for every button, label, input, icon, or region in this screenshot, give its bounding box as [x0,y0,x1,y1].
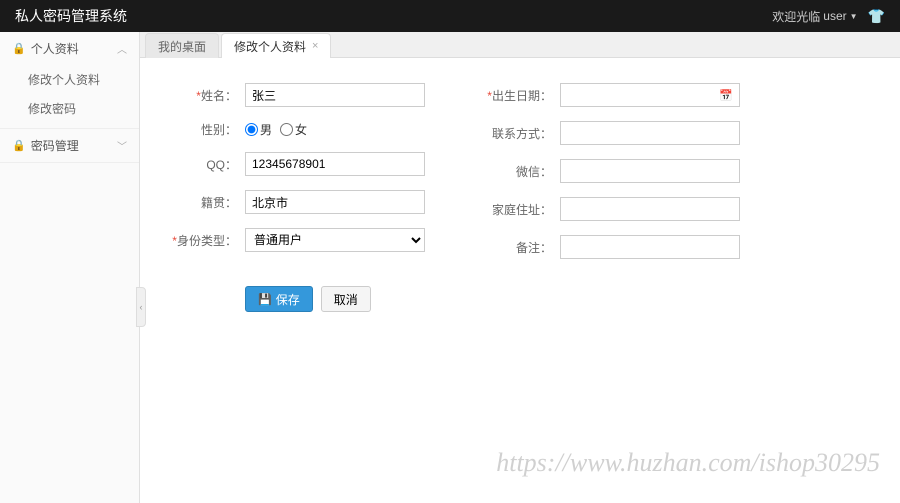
radio-female[interactable]: 女 [280,121,307,138]
label-birthday: *出生日期： [485,87,560,104]
cancel-button[interactable]: 取消 [321,286,371,312]
qq-input[interactable] [245,152,425,176]
remark-input[interactable] [560,235,740,259]
tab-desktop[interactable]: 我的桌面 [145,33,219,58]
label-idtype: *身份类型： [170,232,245,249]
nav-group-profile: 🔒 个人资料 ︿ 修改个人资料 修改密码 [0,32,139,129]
label-qq: QQ： [170,156,245,173]
birthday-input[interactable]: 📅 [560,83,740,107]
nav-group-label: 个人资料 [31,40,79,57]
label-contact: 联系方式： [485,125,560,142]
tab-edit-profile[interactable]: 修改个人资料 × [221,33,331,58]
save-button[interactable]: 💾 保存 [245,286,313,312]
contact-input[interactable] [560,121,740,145]
header-right: 欢迎光临 user ▼ 👕 [772,8,885,25]
chevron-up-icon: ︿ [117,41,127,56]
layout: 🔒 个人资料 ︿ 修改个人资料 修改密码 🔒 密码管理 ﹀ ‹ [0,32,900,503]
header: 私人密码管理系统 欢迎光临 user ▼ 👕 [0,0,900,32]
nav-item-edit-profile[interactable]: 修改个人资料 [0,65,139,94]
tab-label: 我的桌面 [158,38,206,55]
theme-icon[interactable]: 👕 [868,8,885,25]
hometown-input[interactable] [245,190,425,214]
nav-group-label: 密码管理 [31,137,79,154]
label-wechat: 微信： [485,163,560,180]
sidebar-collapse-handle[interactable]: ‹ [136,287,146,327]
idtype-select[interactable]: 普通用户 [245,228,425,252]
tabs: 我的桌面 修改个人资料 × [140,32,900,58]
radio-male[interactable]: 男 [245,121,272,138]
nav-item-change-password[interactable]: 修改密码 [0,94,139,123]
tab-label: 修改个人资料 [234,38,306,55]
profile-form: *姓名： 性别： 男 女 QQ： 籍 [170,83,870,312]
chevron-down-icon: ﹀ [117,138,127,153]
label-gender: 性别： [170,121,245,138]
content: *姓名： 性别： 男 女 QQ： 籍 [140,58,900,503]
lock-icon: 🔒 [12,42,26,55]
close-icon[interactable]: × [312,40,318,52]
welcome-text: 欢迎光临 [772,8,820,25]
name-input[interactable] [245,83,425,107]
wechat-input[interactable] [560,159,740,183]
app-title: 私人密码管理系统 [15,6,127,26]
label-hometown: 籍贯： [170,194,245,211]
save-icon: 💾 [258,293,272,306]
chevron-down-icon: ▼ [850,12,858,21]
sidebar: 🔒 个人资料 ︿ 修改个人资料 修改密码 🔒 密码管理 ﹀ ‹ [0,32,140,503]
lock-icon: 🔒 [12,139,26,152]
form-col-right: *出生日期： 📅 联系方式： 微信： 家庭住址： [485,83,740,312]
username: user [823,9,846,23]
label-remark: 备注： [485,239,560,256]
nav-group-header-profile[interactable]: 🔒 个人资料 ︿ [0,32,139,65]
main: 我的桌面 修改个人资料 × *姓名： 性别： 男 [140,32,900,503]
nav-group-password: 🔒 密码管理 ﹀ [0,129,139,163]
user-menu[interactable]: 欢迎光临 user ▼ [772,8,857,25]
label-name: *姓名： [170,87,245,104]
label-address: 家庭住址： [485,201,560,218]
calendar-icon: 📅 [719,89,733,102]
nav-group-header-password[interactable]: 🔒 密码管理 ﹀ [0,129,139,162]
form-col-left: *姓名： 性别： 男 女 QQ： 籍 [170,83,425,312]
address-input[interactable] [560,197,740,221]
